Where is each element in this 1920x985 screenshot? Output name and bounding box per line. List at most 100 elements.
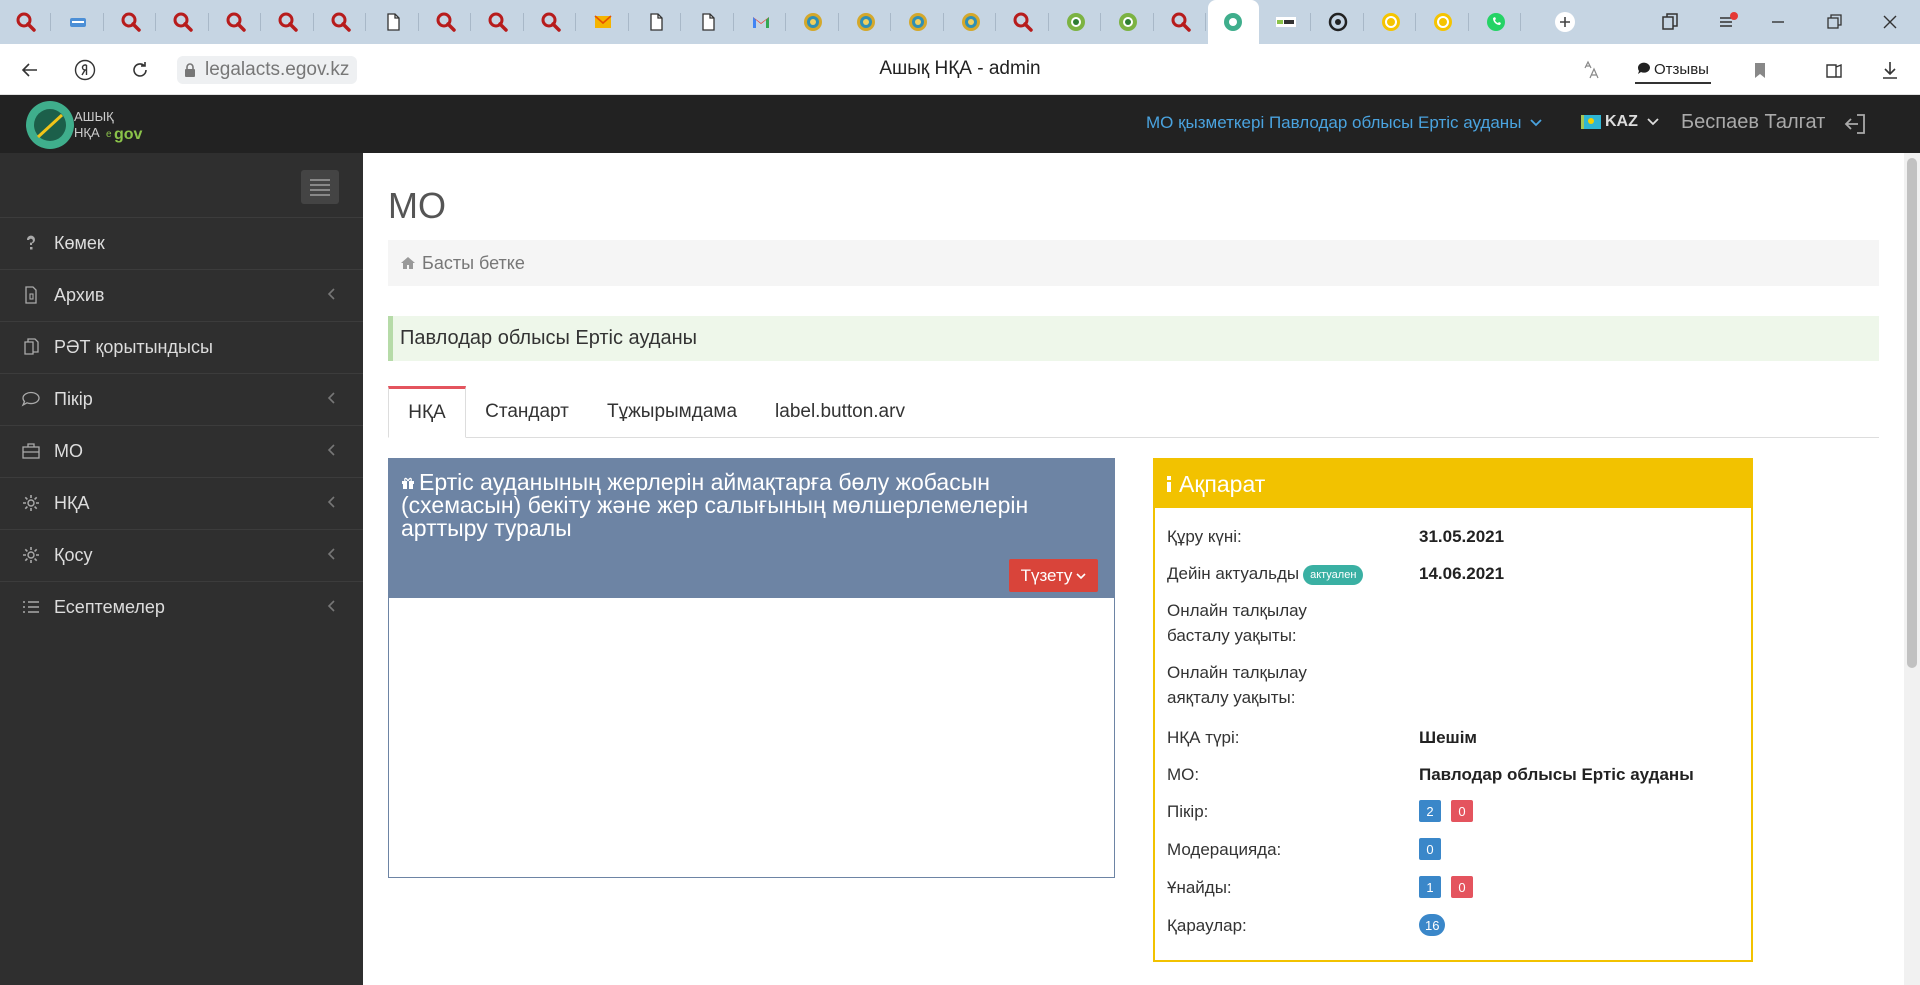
likes-negative-badge[interactable]: 0 — [1451, 876, 1473, 898]
user-name[interactable]: Беспаев Талгат — [1681, 111, 1825, 134]
search-favicon-icon — [488, 12, 508, 32]
green-circle-favicon-icon — [1066, 13, 1085, 31]
browser-menu-button[interactable] — [1706, 0, 1750, 44]
collections-button[interactable] — [1820, 56, 1848, 84]
browser-tab[interactable] — [53, 0, 104, 44]
browser-tab[interactable] — [630, 0, 681, 44]
browser-tab[interactable] — [0, 0, 51, 44]
green-circle-favicon-icon — [1119, 13, 1137, 31]
browser-tab[interactable] — [315, 0, 366, 44]
gift-icon — [402, 477, 414, 489]
reload-icon — [133, 62, 147, 77]
edit-dropdown-button[interactable]: Түзету — [1009, 559, 1098, 592]
browser-tab[interactable] — [998, 0, 1049, 44]
browser-tab[interactable] — [210, 0, 261, 44]
tab-manager-button[interactable] — [1648, 0, 1692, 44]
egov-logo-favicon-icon — [1275, 17, 1296, 27]
restore-window-button[interactable] — [1812, 0, 1856, 44]
browser-tab[interactable] — [735, 0, 786, 44]
comments-negative-badge[interactable]: 0 — [1451, 800, 1473, 822]
comments-positive-badge[interactable]: 2 — [1419, 800, 1441, 822]
breadcrumb-home-link[interactable]: Басты бетке — [422, 253, 525, 274]
moderation-count-badge[interactable]: 0 — [1419, 838, 1441, 860]
new-tab-button[interactable] — [1543, 0, 1587, 44]
tab-concept[interactable]: Тұжырымдама — [588, 386, 756, 438]
language-dropdown[interactable]: KAZ — [1581, 113, 1660, 131]
browser-tab[interactable] — [840, 0, 891, 44]
yandex-button[interactable] — [71, 56, 99, 84]
question-icon — [20, 232, 42, 254]
created-date-value: 31.05.2021 — [1419, 527, 1505, 546]
browser-tab[interactable] — [788, 0, 839, 44]
sidebar-item-rat-conclusion[interactable]: РӘТ қорытындысы — [0, 321, 363, 372]
browser-tab[interactable] — [473, 0, 524, 44]
bookmark-button[interactable] — [1746, 56, 1774, 84]
tab-nka[interactable]: НҚА — [388, 386, 466, 438]
tab-archive[interactable]: label.button.arv — [756, 386, 924, 438]
browser-tab[interactable] — [1155, 0, 1206, 44]
close-window-button[interactable] — [1868, 0, 1912, 44]
plus-icon — [1555, 12, 1575, 32]
browser-tab[interactable] — [1050, 0, 1101, 44]
browser-tab[interactable] — [525, 0, 576, 44]
page-scrollbar-thumb[interactable] — [1907, 158, 1917, 668]
sidebar-item-mo[interactable]: МО — [0, 425, 363, 476]
browser-tab[interactable] — [1260, 0, 1311, 44]
browser-tab[interactable] — [945, 0, 996, 44]
sidebar-item-add[interactable]: Қосу — [0, 529, 363, 580]
browser-tab[interactable] — [420, 0, 471, 44]
document-title: Ертіс ауданының жерлерін аймақтарға бөлу… — [401, 471, 1091, 540]
actual-until-value: 14.06.2021 — [1419, 564, 1505, 583]
browser-tab[interactable] — [158, 0, 209, 44]
url-field[interactable]: legalacts.egov.kz — [177, 56, 358, 84]
gmail-favicon-icon — [752, 17, 769, 28]
downloads-button[interactable] — [1876, 56, 1904, 84]
document-header: Ертіс ауданының жерлерін аймақтарға бөлу… — [389, 459, 1114, 598]
browser-tab[interactable] — [368, 0, 419, 44]
browser-tab[interactable] — [263, 0, 314, 44]
sidebar-item-nka[interactable]: НҚА — [0, 477, 363, 528]
feedback-button[interactable]: Отзывы — [1635, 56, 1711, 84]
browser-tab[interactable] — [893, 0, 944, 44]
likes-positive-badge[interactable]: 1 — [1419, 876, 1441, 898]
archive-icon — [20, 284, 42, 306]
gear-icon — [20, 544, 42, 566]
browser-tab[interactable] — [1103, 0, 1154, 44]
online-start-label-line1: Онлайн талқылау — [1167, 601, 1307, 620]
app-header: АШЫҚ НҚА e gov МО қызметкері Павлодар об… — [0, 95, 1920, 153]
sidebar-toggle-button[interactable] — [301, 170, 339, 204]
sidebar-item-label: Қосу — [54, 544, 93, 565]
document-favicon-icon — [702, 13, 715, 31]
sidebar-item-comments[interactable]: Пікір — [0, 373, 363, 424]
browser-tab[interactable] — [1470, 0, 1521, 44]
ashyk-nka-logo[interactable]: АШЫҚ НҚА e gov — [24, 99, 154, 151]
tab-standard[interactable]: Стандарт — [466, 386, 588, 438]
sidebar-item-archive[interactable]: Архив — [0, 269, 363, 320]
browser-tab[interactable] — [105, 0, 156, 44]
organization-dropdown[interactable]: МО қызметкері Павлодар облысы Ертіс ауда… — [1146, 113, 1543, 133]
browser-tab[interactable] — [1313, 0, 1364, 44]
browser-tab[interactable] — [683, 0, 734, 44]
views-label: Қараулар: — [1167, 916, 1247, 935]
browser-tab[interactable] — [1365, 0, 1416, 44]
browser-tab-active[interactable] — [1207, 0, 1259, 44]
sidebar: Көмек Архив РӘТ қорытындысы Пікір МО НҚА Қосу Е… — [0, 153, 363, 985]
minimize-window-button[interactable] — [1756, 0, 1800, 44]
emblem-favicon-icon — [856, 13, 875, 31]
sidebar-item-reports[interactable]: Есептемелер — [0, 581, 363, 632]
yellow-circle-favicon-icon — [1381, 13, 1400, 31]
logout-button[interactable] — [1842, 111, 1868, 142]
download-icon — [1883, 62, 1897, 79]
reload-button[interactable] — [126, 56, 154, 84]
translate-button[interactable] — [1576, 56, 1604, 84]
svg-text:НҚА: НҚА — [74, 125, 100, 140]
edit-label: Түзету — [1020, 565, 1073, 585]
browser-tab[interactable] — [1418, 0, 1469, 44]
kazakhstan-flag-icon — [1581, 115, 1601, 129]
search-favicon-icon — [16, 12, 36, 32]
chevron-left-icon — [327, 496, 335, 508]
browser-tab[interactable] — [578, 0, 629, 44]
online-start-label-line2: басталу уақыты: — [1167, 626, 1297, 645]
sidebar-item-help[interactable]: Көмек — [0, 217, 363, 268]
back-button[interactable] — [16, 56, 44, 84]
